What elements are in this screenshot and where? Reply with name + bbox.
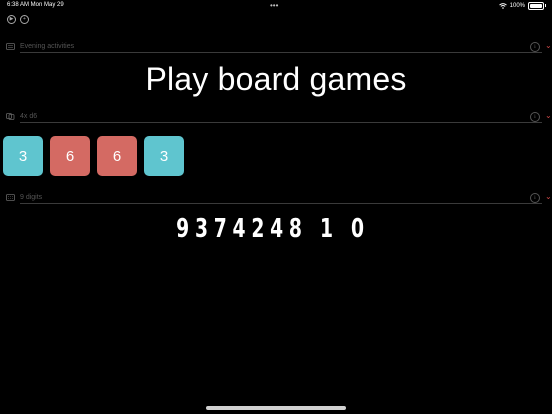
dice-row: 4x d6 i ⌄ xyxy=(0,112,552,124)
status-bar: 6:38 AM Mon May 29 ••• 100% xyxy=(0,0,552,12)
die: 6 xyxy=(50,136,90,176)
die: 3 xyxy=(144,136,184,176)
activities-row: Evening activities i ⌄ xyxy=(0,42,552,54)
die: 6 xyxy=(97,136,137,176)
plus-circle-icon[interactable]: + xyxy=(20,15,29,24)
keypad-icon xyxy=(6,194,15,201)
info-icon[interactable]: i xyxy=(530,42,540,52)
chevron-down-icon[interactable]: ⌄ xyxy=(545,112,552,120)
activity-result: Play board games xyxy=(145,61,407,97)
digits-input[interactable]: 9 digits xyxy=(20,193,542,204)
chevron-down-icon[interactable]: ⌄ xyxy=(545,193,552,201)
activities-input[interactable]: Evening activities xyxy=(20,42,542,53)
battery-icon xyxy=(528,2,546,10)
battery-percent: 100% xyxy=(509,3,525,9)
dice-input[interactable]: 4x d6 xyxy=(20,112,542,123)
dice-results: 3 6 6 3 xyxy=(3,136,184,176)
digits-result: 9374248 1 0 xyxy=(176,214,370,244)
home-indicator[interactable] xyxy=(206,406,346,410)
info-icon[interactable]: i xyxy=(530,112,540,122)
digits-row: 9 digits i ⌄ xyxy=(0,193,552,205)
die: 3 xyxy=(3,136,43,176)
status-right: 100% xyxy=(498,2,546,10)
status-time: 6:38 AM Mon May 29 xyxy=(7,2,64,8)
wifi-icon xyxy=(498,3,507,9)
info-icon[interactable]: i xyxy=(530,193,540,203)
play-circle-icon[interactable]: ▶ xyxy=(7,15,16,24)
dice-icon xyxy=(6,113,15,120)
chevron-down-icon[interactable]: ⌄ xyxy=(545,42,552,50)
list-icon xyxy=(6,43,15,50)
top-toolbar: ▶ + xyxy=(7,15,29,24)
multitasking-dots-icon[interactable]: ••• xyxy=(270,1,278,10)
